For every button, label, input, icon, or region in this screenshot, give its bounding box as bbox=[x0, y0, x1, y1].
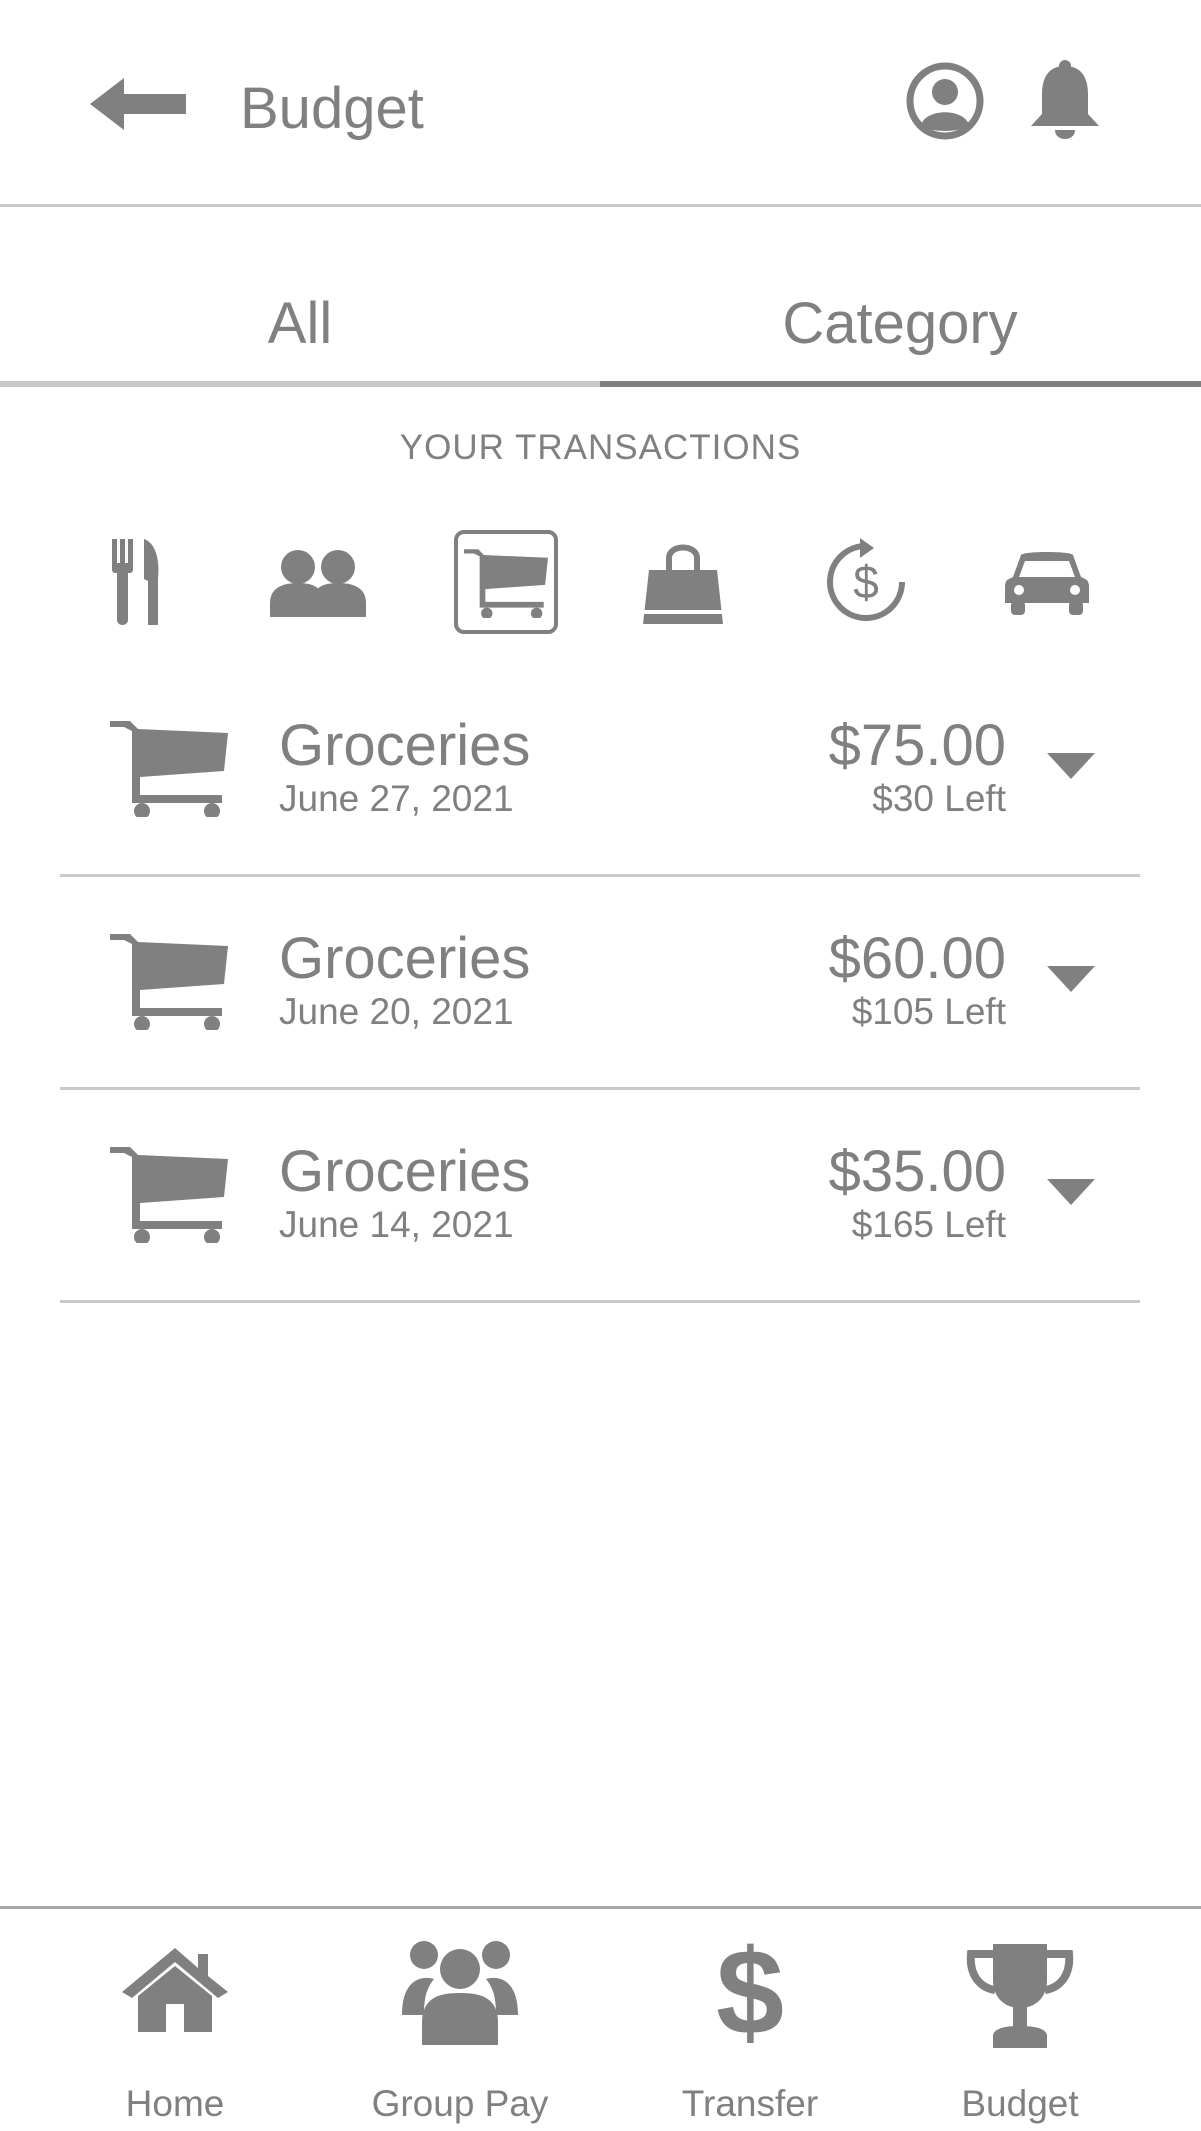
transaction-amount: $35.00 bbox=[828, 1139, 1006, 1204]
car-icon bbox=[1005, 552, 1089, 615]
nav-home[interactable]: Home bbox=[100, 1930, 250, 2124]
dollar-refresh-icon: $ bbox=[827, 538, 905, 621]
nav-transfer[interactable]: $ Transfer bbox=[665, 1930, 835, 2124]
cart-icon bbox=[464, 549, 548, 618]
home-icon bbox=[122, 1948, 228, 2032]
tab-category[interactable]: Category bbox=[600, 290, 1200, 358]
section-title: YOUR TRANSACTIONS bbox=[399, 428, 802, 467]
nav-label: Transfer bbox=[681, 2083, 819, 2124]
transaction-row[interactable]: Groceries June 20, 2021 $60.00 $105 Left bbox=[60, 878, 1140, 1090]
tab-category-underline bbox=[600, 381, 1201, 387]
user-circle-icon[interactable] bbox=[906, 62, 984, 140]
cart-icon bbox=[110, 721, 228, 817]
chevron-down-icon[interactable] bbox=[1047, 753, 1095, 779]
page-title: Budget bbox=[240, 76, 424, 141]
nav-label: Group Pay bbox=[371, 2083, 549, 2124]
users-icon bbox=[270, 550, 366, 617]
transaction-date: June 14, 2021 bbox=[279, 1204, 514, 1245]
category-transport[interactable] bbox=[995, 530, 1099, 634]
arrow-left-icon[interactable] bbox=[90, 78, 186, 130]
group-icon bbox=[402, 1941, 518, 2045]
transaction-name: Groceries bbox=[279, 926, 531, 991]
chevron-down-icon[interactable] bbox=[1047, 1179, 1095, 1205]
svg-text:$: $ bbox=[716, 1930, 784, 2052]
budget-screen: Budget All Category YOUR TRANSACTIONS $ … bbox=[0, 0, 1201, 2131]
cart-icon bbox=[110, 934, 228, 1030]
transaction-amount: $75.00 bbox=[828, 713, 1006, 778]
utensils-icon bbox=[112, 539, 159, 625]
nav-label: Home bbox=[125, 2083, 225, 2124]
bell-icon[interactable] bbox=[1027, 60, 1103, 142]
app-header: Budget bbox=[0, 0, 1201, 207]
chevron-down-icon[interactable] bbox=[1047, 966, 1095, 992]
bottom-nav-divider bbox=[0, 1906, 1201, 1909]
transaction-name: Groceries bbox=[279, 713, 531, 778]
category-group[interactable] bbox=[266, 530, 370, 634]
category-groceries[interactable] bbox=[454, 530, 558, 634]
cart-icon bbox=[110, 1147, 228, 1243]
budget-remaining: $105 Left bbox=[851, 991, 1006, 1032]
dollar-icon: $ bbox=[716, 1930, 784, 2052]
transaction-row[interactable]: Groceries June 14, 2021 $35.00 $165 Left bbox=[60, 1091, 1140, 1303]
budget-remaining: $165 Left bbox=[851, 1204, 1006, 1245]
tab-all[interactable]: All bbox=[0, 290, 600, 358]
transaction-name: Groceries bbox=[279, 1139, 531, 1204]
shopping-bag-icon bbox=[641, 544, 725, 624]
nav-budget[interactable]: Budget bbox=[945, 1930, 1095, 2124]
nav-label: Budget bbox=[961, 2083, 1079, 2124]
category-recurring[interactable]: $ bbox=[814, 530, 918, 634]
svg-text:$: $ bbox=[853, 556, 879, 608]
tab-all-underline bbox=[0, 381, 600, 387]
transaction-amount: $60.00 bbox=[828, 926, 1006, 991]
transaction-date: June 27, 2021 bbox=[279, 778, 514, 819]
budget-remaining: $30 Left bbox=[872, 778, 1006, 819]
category-shopping[interactable] bbox=[631, 530, 735, 634]
transaction-row[interactable]: Groceries June 27, 2021 $75.00 $30 Left bbox=[60, 665, 1140, 877]
trophy-icon bbox=[966, 1944, 1074, 2048]
nav-group-pay[interactable]: Group Pay bbox=[355, 1930, 565, 2124]
transaction-date: June 20, 2021 bbox=[279, 991, 514, 1032]
category-dining[interactable] bbox=[85, 530, 189, 634]
